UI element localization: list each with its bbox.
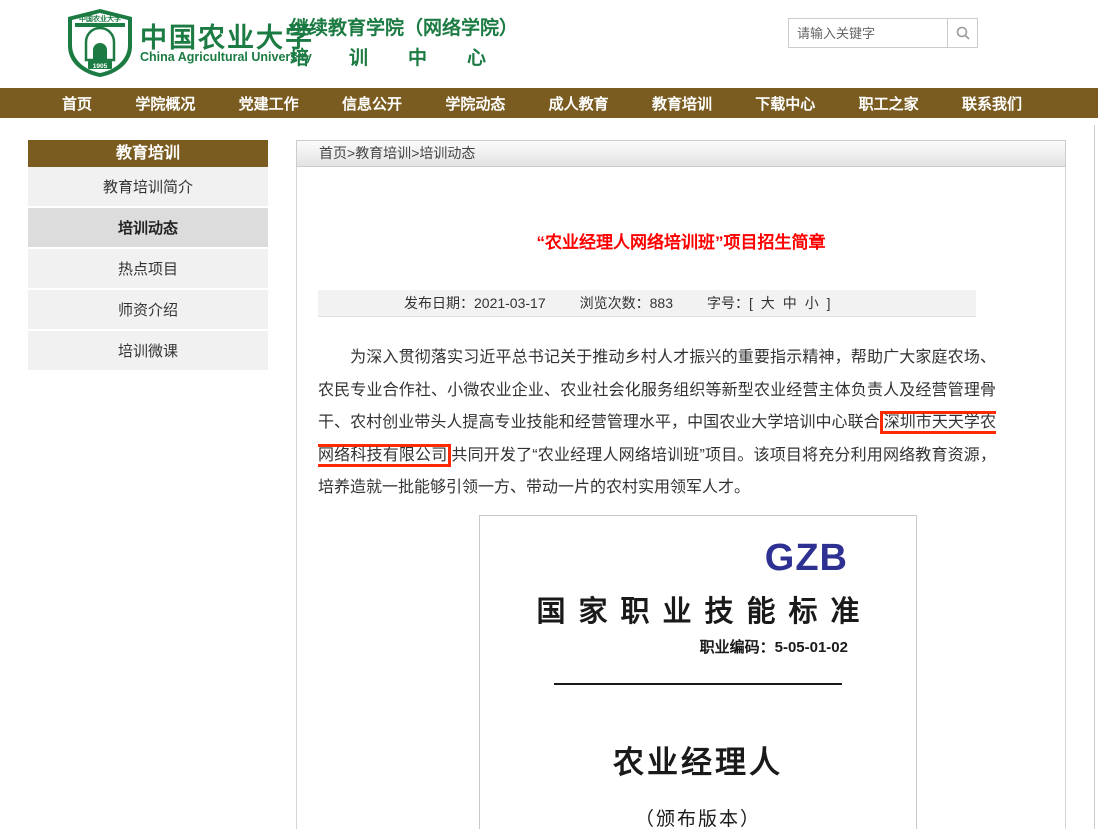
nav-item-college-overview[interactable]: 学院概况	[135, 93, 195, 114]
breadcrumb-separator: >	[347, 145, 355, 161]
svg-text:中国农业大学: 中国农业大学	[79, 14, 121, 23]
site-header: 中国农业大学 1905 中国农业大学 China Agricultural Un…	[0, 0, 1098, 88]
nav-item-staff-home[interactable]: 职工之家	[859, 93, 919, 114]
sidebar-item-faculty[interactable]: 师资介绍	[28, 290, 268, 331]
version-label: （颁布版本）	[480, 804, 916, 829]
sidebar-item-training-intro[interactable]: 教育培训简介	[28, 167, 268, 208]
breadcrumb: 首页>教育培训>培训动态	[296, 140, 1066, 167]
nav-item-download-center[interactable]: 下载中心	[755, 93, 815, 114]
gzb-logo: GZB	[480, 537, 916, 580]
university-name-en: China Agricultural University	[140, 50, 312, 64]
nav-item-party-building[interactable]: 党建工作	[239, 93, 299, 114]
search-input[interactable]	[788, 18, 948, 48]
font-size-small[interactable]: 小	[805, 295, 819, 311]
page-right-border	[1094, 125, 1095, 829]
search-button[interactable]	[948, 18, 978, 48]
article-panel: “农业经理人网络培训班”项目招生简章 发布日期：2021-03-17 浏览次数：…	[296, 167, 1066, 829]
sidebar-item-training-news[interactable]: 培训动态	[28, 208, 268, 249]
sidebar: 教育培训 教育培训简介 培训动态 热点项目 师资介绍 培训微课	[28, 140, 268, 372]
nav-item-home[interactable]: 首页	[62, 93, 92, 114]
division-title-line1: 继续教育学院（网络学院）	[290, 13, 518, 40]
division-title-line2: 培训中心	[290, 43, 486, 70]
standard-title: 国家职业技能标准	[480, 588, 916, 630]
divider-line	[554, 683, 842, 685]
nav-item-college-news[interactable]: 学院动态	[445, 93, 505, 114]
breadcrumb-home[interactable]: 首页	[319, 145, 347, 161]
search-bar	[788, 18, 978, 48]
font-size-medium[interactable]: 中	[783, 295, 797, 311]
sidebar-item-micro-courses[interactable]: 培训微课	[28, 331, 268, 372]
standard-document-image: GZB 国家职业技能标准 职业编码：5-05-01-02 农业经理人 （颁布版本…	[479, 515, 917, 829]
main-nav: 首页 学院概况 党建工作 信息公开 学院动态 成人教育 教育培训 下载中心 职工…	[0, 88, 1098, 118]
sidebar-item-hot-projects[interactable]: 热点项目	[28, 249, 268, 290]
svg-text:1905: 1905	[93, 63, 108, 70]
publish-date: 发布日期：2021-03-17	[404, 293, 546, 313]
nav-item-contact-us[interactable]: 联系我们	[962, 93, 1022, 114]
nav-item-information[interactable]: 信息公开	[342, 93, 402, 114]
nav-item-education-training[interactable]: 教育培训	[652, 93, 712, 114]
font-size-control: 字号：[ 大中小 ]	[707, 293, 831, 313]
university-logo-icon: 中国农业大学 1905	[66, 8, 134, 78]
occupation-code: 职业编码：5-05-01-02	[480, 636, 916, 657]
page: 中国农业大学 1905 中国农业大学 China Agricultural Un…	[0, 0, 1098, 829]
breadcrumb-training-news[interactable]: 培训动态	[419, 145, 475, 161]
view-count: 浏览次数：883	[580, 293, 673, 313]
occupation-name: 农业经理人	[480, 737, 916, 782]
breadcrumb-education-training[interactable]: 教育培训	[355, 145, 411, 161]
sidebar-title: 教育培训	[28, 140, 268, 167]
main-content: 首页>教育培训>培训动态 “农业经理人网络培训班”项目招生简章 发布日期：202…	[296, 140, 1066, 829]
nav-item-adult-education[interactable]: 成人教育	[549, 93, 609, 114]
article-title: “农业经理人网络培训班”项目招生简章	[297, 167, 1065, 253]
article-meta-bar: 发布日期：2021-03-17 浏览次数：883 字号：[ 大中小 ]	[318, 290, 976, 317]
search-icon	[955, 25, 971, 41]
font-size-large[interactable]: 大	[761, 295, 775, 311]
article-paragraph: 为深入贯彻落实习近平总书记关于推动乡村人才振兴的重要指示精神，帮助广大家庭农场、…	[318, 342, 996, 505]
